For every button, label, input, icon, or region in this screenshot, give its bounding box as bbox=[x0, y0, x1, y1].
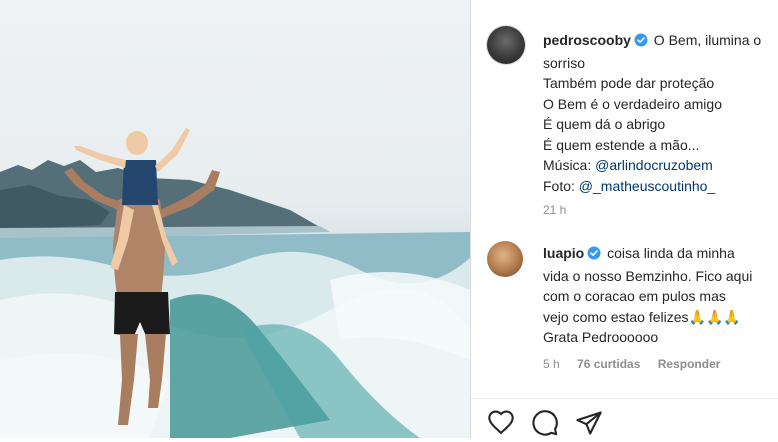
comment-body: luapio coisa linda da minha vida o nosso… bbox=[543, 243, 775, 348]
post-side-panel: pedroscooby O Bem, ilumina o sorriso Tam… bbox=[471, 0, 778, 438]
heart-icon[interactable] bbox=[487, 409, 517, 439]
caption-first-line: O Bem, ilumina o bbox=[653, 32, 762, 48]
comment-first-line: coisa linda da minha bbox=[607, 245, 735, 261]
author-avatar[interactable] bbox=[487, 26, 525, 64]
photo-label: Foto: bbox=[543, 177, 575, 194]
post-timestamp[interactable]: 21 h bbox=[543, 203, 566, 217]
post-photo[interactable] bbox=[0, 0, 470, 438]
post-caption: pedroscooby O Bem, ilumina o sorriso Tam… bbox=[543, 30, 773, 196]
commenter-avatar[interactable] bbox=[487, 241, 523, 277]
verified-badge-icon bbox=[587, 245, 601, 266]
comment-line: vejo como estao felizes🙏🙏🙏 bbox=[543, 308, 741, 325]
paper-plane-icon[interactable] bbox=[575, 409, 605, 439]
actions-divider bbox=[471, 398, 778, 399]
author-username[interactable]: pedroscooby bbox=[543, 32, 631, 48]
caption-line: Também pode dar proteção bbox=[543, 75, 715, 91]
music-handle-link[interactable]: @arlindocruzobem bbox=[595, 157, 713, 173]
caption-line: O Bem é o verdadeiro amigo bbox=[543, 95, 722, 112]
caption-line: É quem dá o abrigo bbox=[543, 116, 666, 132]
comment-icon[interactable] bbox=[531, 409, 561, 439]
caption-line: É quem estende a mão... bbox=[543, 136, 700, 153]
verified-badge-icon bbox=[634, 32, 648, 53]
photo-scene bbox=[0, 128, 470, 438]
comment-line: com o coracao em pulos mas bbox=[543, 288, 726, 304]
comment-timestamp[interactable]: 5 h bbox=[543, 357, 560, 371]
caption-line: sorriso bbox=[543, 54, 586, 71]
photo-handle-link[interactable]: @_matheuscoutinho_ bbox=[579, 178, 715, 194]
comment-line: Grata Pedroooooo bbox=[543, 329, 659, 345]
comment-meta: 5 h 76 curtidas Responder bbox=[543, 357, 734, 371]
reply-button[interactable]: Responder bbox=[658, 357, 721, 371]
comment-line: vida o nosso Bemzinho. Fico aqui bbox=[543, 267, 753, 284]
music-label: Música: bbox=[543, 157, 592, 173]
commenter-username[interactable]: luapio bbox=[543, 245, 584, 261]
comment-likes[interactable]: 76 curtidas bbox=[577, 357, 640, 371]
